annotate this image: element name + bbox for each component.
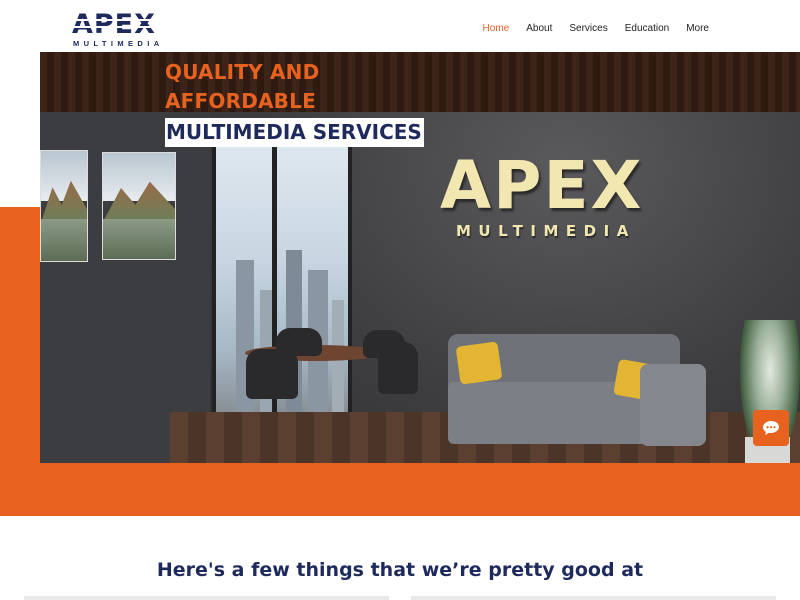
headline-line-3: MULTIMEDIA SERVICES [165,118,424,147]
sign-subtitle: MULTIMEDIA [456,222,636,240]
logo-stripe [72,26,158,28]
services-section-title: Here's a few things that we’re pretty go… [156,559,644,581]
chat-bubble-icon [763,421,779,435]
nav-home[interactable]: Home [483,22,510,36]
nav-more[interactable]: More [686,22,709,36]
logo-subtitle: MULTIMEDIA [73,39,164,48]
nav-about[interactable]: About [526,22,552,36]
apex-wall-sign: APEX MULTIMEDIA [440,150,700,250]
main-nav: Home About Services Education More [483,22,709,36]
nav-education[interactable]: Education [625,22,669,36]
chair [246,349,298,399]
service-card [411,596,776,600]
site-header: APEX MULTIMEDIA Home About Services Educ… [0,0,800,52]
logo-stripe [72,19,158,21]
sign-wordmark: APEX [440,147,644,224]
landscape-painting [102,152,176,260]
sofa-arm [640,364,706,446]
logo-stripe [72,33,158,35]
chair [276,328,322,356]
logo-wordmark: APEX [72,9,156,40]
service-card [24,596,389,600]
site-logo[interactable]: APEX MULTIMEDIA [72,9,164,48]
chat-button[interactable] [753,410,789,446]
yellow-pillow [455,341,503,385]
headline-line-2: AFFORDABLE [165,89,316,113]
nav-services[interactable]: Services [569,22,607,36]
hero-headline: QUALITY AND AFFORDABLE MULTIMEDIA SERVIC… [165,58,424,147]
landscape-painting [40,150,88,262]
chair [378,342,418,394]
headline-line-1: QUALITY AND [165,60,320,84]
